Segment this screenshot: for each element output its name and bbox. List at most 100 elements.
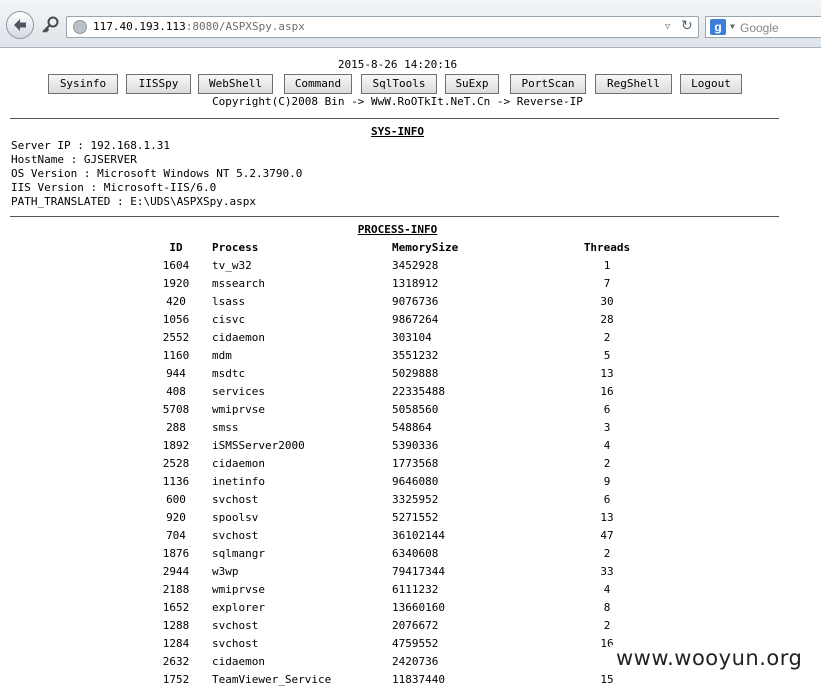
hostname-line: HostName : GJSERVER bbox=[11, 153, 137, 166]
column-header-memorysize: MemorySize bbox=[392, 240, 459, 254]
regshell-button[interactable]: RegShell bbox=[595, 74, 672, 94]
threads-cell: 4 bbox=[603, 582, 611, 596]
url-text[interactable]: 117.40.193.113:8080/ASPXSpy.aspx bbox=[93, 20, 305, 33]
memory-size-cell: 5058560 bbox=[392, 402, 439, 416]
history-dropdown-icon[interactable]: ▽ bbox=[665, 22, 670, 32]
table-row: 920 spoolsv 5271552 13 bbox=[140, 508, 672, 526]
threads-cell: 47 bbox=[600, 528, 614, 542]
process-id-cell: 2632 bbox=[162, 654, 190, 668]
suexp-button[interactable]: SuExp bbox=[445, 74, 499, 94]
back-button[interactable] bbox=[6, 11, 34, 39]
threads-cell: 2 bbox=[603, 618, 611, 632]
memory-size-cell: 5390336 bbox=[392, 438, 439, 452]
memory-size-cell: 79417344 bbox=[392, 564, 445, 578]
memory-size-cell: 6340608 bbox=[392, 546, 439, 560]
threads-cell: 16 bbox=[600, 384, 614, 398]
process-name-cell: svchost bbox=[212, 492, 259, 506]
process-name-cell: services bbox=[212, 384, 265, 398]
search-bar[interactable]: g ▼ Google bbox=[705, 16, 821, 38]
memory-size-cell: 2076672 bbox=[392, 618, 439, 632]
page-content: 2015-8-26 14:20:16 Sysinfo IISSpy WebShe… bbox=[0, 47, 821, 688]
table-row: 1876 sqlmangr 6340608 2 bbox=[140, 544, 672, 562]
google-icon[interactable]: g bbox=[710, 19, 726, 35]
table-row: 1752 TeamViewer_Service 11837440 15 bbox=[140, 670, 672, 688]
memory-size-cell: 22335488 bbox=[392, 384, 445, 398]
process-id-cell: 1284 bbox=[162, 636, 190, 650]
process-id-cell: 1136 bbox=[162, 474, 190, 488]
portscan-button[interactable]: PortScan bbox=[510, 74, 586, 94]
threads-cell: 28 bbox=[600, 312, 614, 326]
threads-cell: 9 bbox=[603, 474, 611, 488]
url-host: 117.40.193.113 bbox=[93, 20, 186, 33]
table-row: 1136 inetinfo 9646080 9 bbox=[140, 472, 672, 490]
table-row: 408 services 22335488 16 bbox=[140, 382, 672, 400]
url-path: :8080/ASPXSpy.aspx bbox=[185, 20, 305, 33]
logout-button[interactable]: Logout bbox=[680, 74, 742, 94]
process-name-cell: mdm bbox=[212, 348, 232, 362]
table-row: 288 smss 548864 3 bbox=[140, 418, 672, 436]
memory-size-cell: 6111232 bbox=[392, 582, 439, 596]
process-id-cell: 1288 bbox=[162, 618, 190, 632]
process-name-cell: mssearch bbox=[212, 276, 265, 290]
divider bbox=[10, 216, 779, 217]
column-header-threads: Threads bbox=[583, 240, 631, 254]
key-icon[interactable] bbox=[40, 16, 60, 34]
threads-cell: 8 bbox=[603, 600, 611, 614]
threads-cell: 5 bbox=[603, 348, 611, 362]
command-button[interactable]: Command bbox=[284, 74, 352, 94]
process-id-cell: 2944 bbox=[162, 564, 190, 578]
table-row: 1288 svchost 2076672 2 bbox=[140, 616, 672, 634]
search-engine-dropdown-icon[interactable]: ▼ bbox=[730, 22, 735, 31]
threads-cell: 1 bbox=[603, 258, 611, 272]
memory-size-cell: 36102144 bbox=[392, 528, 445, 542]
table-row: 1652 explorer 13660160 8 bbox=[140, 598, 672, 616]
memory-size-cell: 3551232 bbox=[392, 348, 439, 362]
process-id-cell: 1604 bbox=[162, 258, 190, 272]
column-header-process: Process bbox=[212, 240, 259, 254]
browser-toolbar: 117.40.193.113:8080/ASPXSpy.aspx ▽ ↻ g ▼… bbox=[0, 0, 821, 48]
copyright-text: Copyright(C)2008 Bin -> WwW.RoOTkIt.NeT.… bbox=[212, 95, 583, 108]
server-datetime: 2015-8-26 14:20:16 bbox=[337, 58, 458, 71]
table-row: 1160 mdm 3551232 5 bbox=[140, 346, 672, 364]
process-id-cell: 2528 bbox=[162, 456, 190, 470]
iisspy-button[interactable]: IISSpy bbox=[126, 74, 191, 94]
process-name-cell: sqlmangr bbox=[212, 546, 265, 560]
processinfo-title: PROCESS-INFO bbox=[357, 223, 438, 236]
table-row: 1920 mssearch 1318912 7 bbox=[140, 274, 672, 292]
address-bar[interactable]: 117.40.193.113:8080/ASPXSpy.aspx ▽ ↻ bbox=[66, 16, 699, 38]
reload-icon[interactable]: ↻ bbox=[681, 18, 693, 34]
sysinfo-button[interactable]: Sysinfo bbox=[48, 74, 118, 94]
table-row: 2528 cidaemon 1773568 2 bbox=[140, 454, 672, 472]
back-arrow-icon bbox=[14, 19, 26, 31]
process-name-cell: smss bbox=[212, 420, 239, 434]
process-id-cell: 1056 bbox=[162, 312, 190, 326]
watermark: www.wooyun.org bbox=[610, 645, 807, 671]
sqltools-button[interactable]: SqlTools bbox=[361, 74, 437, 94]
memory-size-cell: 1773568 bbox=[392, 456, 439, 470]
sysinfo-block: Server IP : 192.168.1.31 HostName : GJSE… bbox=[11, 139, 302, 209]
process-id-cell: 1876 bbox=[162, 546, 190, 560]
memory-size-cell: 303104 bbox=[392, 330, 432, 344]
table-header-row: ID Process MemorySize Threads bbox=[140, 238, 672, 256]
memory-size-cell: 2420736 bbox=[392, 654, 439, 668]
process-name-cell: svchost bbox=[212, 618, 259, 632]
globe-icon bbox=[73, 20, 87, 34]
process-name-cell: wmiprvse bbox=[212, 582, 265, 596]
threads-cell: 4 bbox=[603, 438, 611, 452]
process-id-cell: 1160 bbox=[162, 348, 190, 362]
table-row: 600 svchost 3325952 6 bbox=[140, 490, 672, 508]
sysinfo-title: SYS-INFO bbox=[371, 125, 424, 138]
table-row: 1892 iSMSServer2000 5390336 4 bbox=[140, 436, 672, 454]
os-version-line: OS Version : Microsoft Windows NT 5.2.37… bbox=[11, 167, 303, 180]
memory-size-cell: 3452928 bbox=[392, 258, 439, 272]
threads-cell: 2 bbox=[603, 456, 611, 470]
process-id-cell: 1892 bbox=[162, 438, 190, 452]
process-name-cell: cidaemon bbox=[212, 330, 265, 344]
memory-size-cell: 5271552 bbox=[392, 510, 439, 524]
column-header-id: ID bbox=[169, 240, 183, 254]
process-id-cell: 1920 bbox=[162, 276, 190, 290]
memory-size-cell: 4759552 bbox=[392, 636, 439, 650]
webshell-button[interactable]: WebShell bbox=[198, 74, 273, 94]
table-row: 1604 tv_w32 3452928 1 bbox=[140, 256, 672, 274]
process-name-cell: cidaemon bbox=[212, 654, 265, 668]
